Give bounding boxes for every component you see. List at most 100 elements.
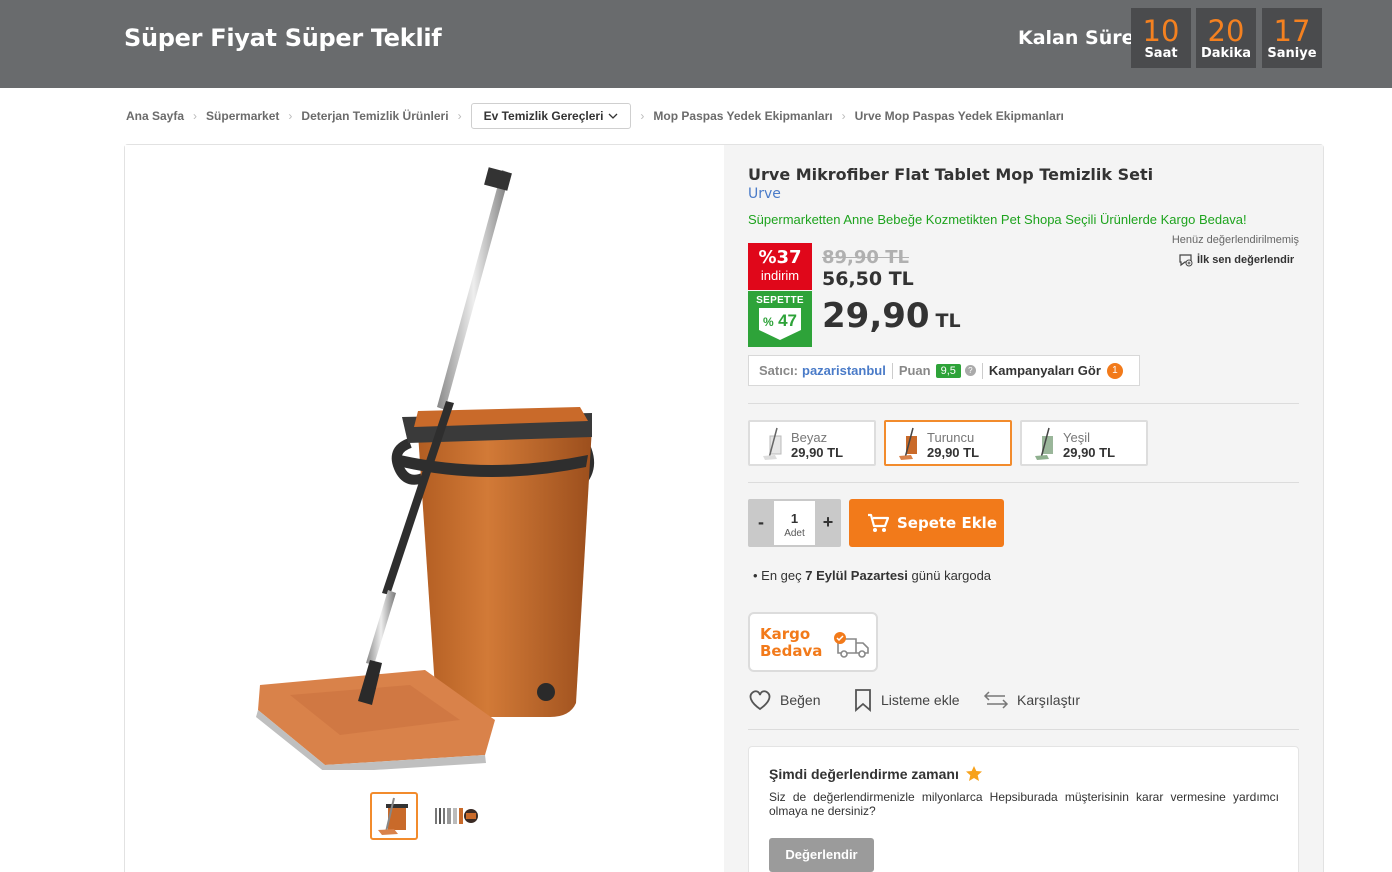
like-button[interactable]: Beğen bbox=[748, 686, 820, 714]
basket-price-value: 29,90 bbox=[822, 296, 930, 336]
seconds-value: 17 bbox=[1273, 14, 1311, 48]
seller-label: Satıcı: bbox=[759, 363, 799, 378]
discount-label: indirim bbox=[760, 268, 800, 283]
divider bbox=[748, 482, 1299, 483]
breadcrumb-supermarket[interactable]: Süpermarket bbox=[206, 109, 279, 123]
minutes-value: 20 bbox=[1207, 14, 1245, 48]
countdown-minutes: 20 Dakika bbox=[1196, 8, 1256, 68]
breadcrumb-category-dropdown[interactable]: Ev Temizlik Gereçleri bbox=[470, 103, 632, 129]
quantity-input[interactable]: 1 Adet bbox=[774, 501, 815, 545]
compare-label: Karşılaştır bbox=[1017, 692, 1081, 708]
divider bbox=[891, 362, 893, 379]
discounted-price: 56,50 TL bbox=[822, 268, 914, 290]
discount-percent: %37 bbox=[758, 247, 802, 268]
variant-turuncu[interactable]: Turuncu 29,90 TL bbox=[884, 420, 1012, 466]
brand-link[interactable]: Urve bbox=[748, 186, 781, 202]
basket-discount-badge: SEPETTE % 47 bbox=[748, 291, 812, 347]
variant-price: 29,90 TL bbox=[1063, 445, 1116, 460]
white-mop-icon bbox=[763, 427, 782, 460]
banner-title: Süper Fiyat Süper Teklif bbox=[124, 24, 442, 52]
breadcrumb: Ana Sayfa › Süpermarket › Deterjan Temiz… bbox=[126, 102, 1064, 130]
minutes-label: Dakika bbox=[1200, 46, 1252, 61]
review-prompt-text: Siz de değerlendirmenizle milyonlarca He… bbox=[769, 790, 1279, 818]
variant-beyaz[interactable]: Beyaz 29,90 TL bbox=[748, 420, 876, 466]
rate-first-link[interactable]: İlk sen değerlendir bbox=[1178, 253, 1294, 267]
campaigns-link[interactable]: Kampanyaları Gör bbox=[989, 363, 1101, 378]
chevron-down-icon bbox=[608, 113, 618, 119]
chevron-right-icon: › bbox=[288, 109, 293, 123]
seller-link[interactable]: pazaristanbul bbox=[802, 363, 886, 378]
breadcrumb-home[interactable]: Ana Sayfa bbox=[126, 109, 184, 123]
seller-score-label: Puan bbox=[898, 363, 931, 378]
countdown-label: Kalan Süre bbox=[1018, 27, 1135, 49]
seconds-label: Saniye bbox=[1267, 46, 1317, 61]
divider bbox=[748, 729, 1299, 730]
like-label: Beğen bbox=[780, 692, 821, 708]
breadcrumb-mop-parts[interactable]: Mop Paspas Yedek Ekipmanları bbox=[653, 109, 832, 123]
basket-price-currency: TL bbox=[935, 310, 961, 332]
add-to-list-button[interactable]: Listeme ekle bbox=[853, 686, 960, 714]
breadcrumb-detergent[interactable]: Deterjan Temizlik Ürünleri bbox=[301, 109, 448, 123]
basket-price: 29,90 TL bbox=[822, 296, 961, 336]
discount-badge: %37 indirim bbox=[748, 243, 812, 290]
delivery-info: • En geç 7 Eylül Pazartesi günü kargoda bbox=[753, 568, 992, 583]
old-price: 89,90 TL bbox=[822, 247, 909, 268]
seller-score-badge: 9,5 bbox=[935, 363, 961, 378]
orange-mop-icon bbox=[899, 427, 917, 460]
add-to-list-label: Listeme ekle bbox=[881, 692, 960, 708]
chevron-right-icon: › bbox=[193, 109, 198, 123]
variant-yesil[interactable]: Yeşil 29,90 TL bbox=[1020, 420, 1148, 466]
thumbnail-1[interactable] bbox=[370, 792, 418, 840]
product-image[interactable] bbox=[250, 165, 610, 770]
variant-price: 29,90 TL bbox=[791, 445, 844, 460]
compare-arrows-icon bbox=[983, 691, 1009, 709]
basket-label: SEPETTE bbox=[756, 295, 804, 306]
review-prompt-title: Şimdi değerlendirme zamanı bbox=[769, 765, 983, 782]
mop-parts-thumbnail-icon bbox=[435, 808, 478, 824]
hours-label: Saat bbox=[1144, 46, 1178, 61]
free-shipping-label: Kargo Bedava bbox=[760, 625, 823, 660]
bookmark-icon bbox=[855, 689, 871, 712]
chevron-right-icon: › bbox=[457, 109, 462, 123]
breadcrumb-urve-mop[interactable]: Urve Mop Paspas Yedek Ekipmanları bbox=[855, 109, 1064, 123]
quantity-stepper: - 1 Adet + bbox=[748, 499, 841, 547]
add-to-cart-button[interactable]: Sepete Ekle bbox=[849, 499, 1004, 547]
free-shipping-badge: Kargo Bedava bbox=[748, 612, 878, 672]
help-icon[interactable]: ? bbox=[964, 365, 976, 376]
delivery-truck-icon bbox=[834, 632, 869, 658]
variant-name: Beyaz bbox=[791, 430, 828, 445]
review-button[interactable]: Değerlendir bbox=[769, 838, 874, 872]
thumbnail-2[interactable] bbox=[432, 792, 480, 840]
rate-first-label: İlk sen değerlendir bbox=[1197, 254, 1295, 266]
rating-status: Henüz değerlendirilmemiş bbox=[1171, 234, 1299, 246]
add-to-cart-label: Sepete Ekle bbox=[897, 514, 997, 532]
countdown-hours: 10 Saat bbox=[1131, 8, 1191, 68]
quantity-value: 1 bbox=[790, 511, 799, 526]
seller-box: Satıcı: pazaristanbul Puan 9,5 ? Kampany… bbox=[748, 355, 1140, 386]
variant-name: Turuncu bbox=[927, 430, 975, 445]
product-title: Urve Mikrofiber Flat Tablet Mop Temizlik… bbox=[748, 165, 1154, 184]
quantity-unit: Adet bbox=[784, 528, 805, 539]
review-icon bbox=[1179, 254, 1193, 267]
review-prompt-card: Şimdi değerlendirme zamanı Siz de değerl… bbox=[748, 746, 1299, 872]
green-mop-icon bbox=[1035, 427, 1053, 460]
variant-name: Yeşil bbox=[1063, 430, 1090, 445]
hours-value: 10 bbox=[1142, 14, 1180, 48]
divider bbox=[981, 362, 983, 379]
deal-banner: Süper Fiyat Süper Teklif Kalan Süre 10 S… bbox=[0, 0, 1392, 88]
increase-quantity-button[interactable]: + bbox=[815, 499, 841, 547]
decrease-quantity-button[interactable]: - bbox=[748, 499, 774, 547]
chevron-right-icon: › bbox=[841, 109, 846, 123]
cart-icon bbox=[868, 513, 889, 532]
breadcrumb-category-label: Ev Temizlik Gereçleri bbox=[483, 109, 604, 123]
shipping-promo[interactable]: Süpermarketten Anne Bebeğe Kozmetikten P… bbox=[748, 212, 1247, 227]
star-icon bbox=[965, 766, 982, 781]
basket-percent: % 47 bbox=[762, 311, 798, 330]
heart-icon bbox=[749, 690, 771, 711]
chevron-right-icon: › bbox=[640, 109, 645, 123]
mop-set-thumbnail-icon bbox=[378, 797, 408, 835]
countdown-seconds: 17 Saniye bbox=[1262, 8, 1322, 68]
campaigns-count-badge: 1 bbox=[1106, 362, 1123, 379]
compare-button[interactable]: Karşılaştır bbox=[983, 686, 1080, 714]
divider bbox=[748, 403, 1299, 404]
